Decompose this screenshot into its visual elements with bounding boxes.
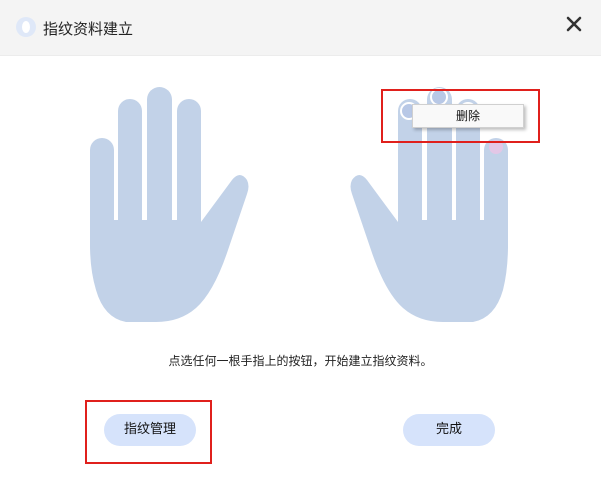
- close-icon[interactable]: [562, 12, 586, 36]
- highlight-box-delete-menu: [381, 89, 540, 143]
- highlight-box-manage-button: [85, 400, 212, 464]
- instruction-text: 点选任何一根手指上的按钮，开始建立指纹资料。: [168, 354, 433, 368]
- done-button[interactable]: 完成: [403, 414, 495, 446]
- window-title: 指纹资料建立: [43, 20, 134, 38]
- fingerprint-app-icon: [16, 17, 36, 37]
- title-bar: 指纹资料建立: [0, 0, 601, 56]
- left-hand-icon: [90, 87, 249, 322]
